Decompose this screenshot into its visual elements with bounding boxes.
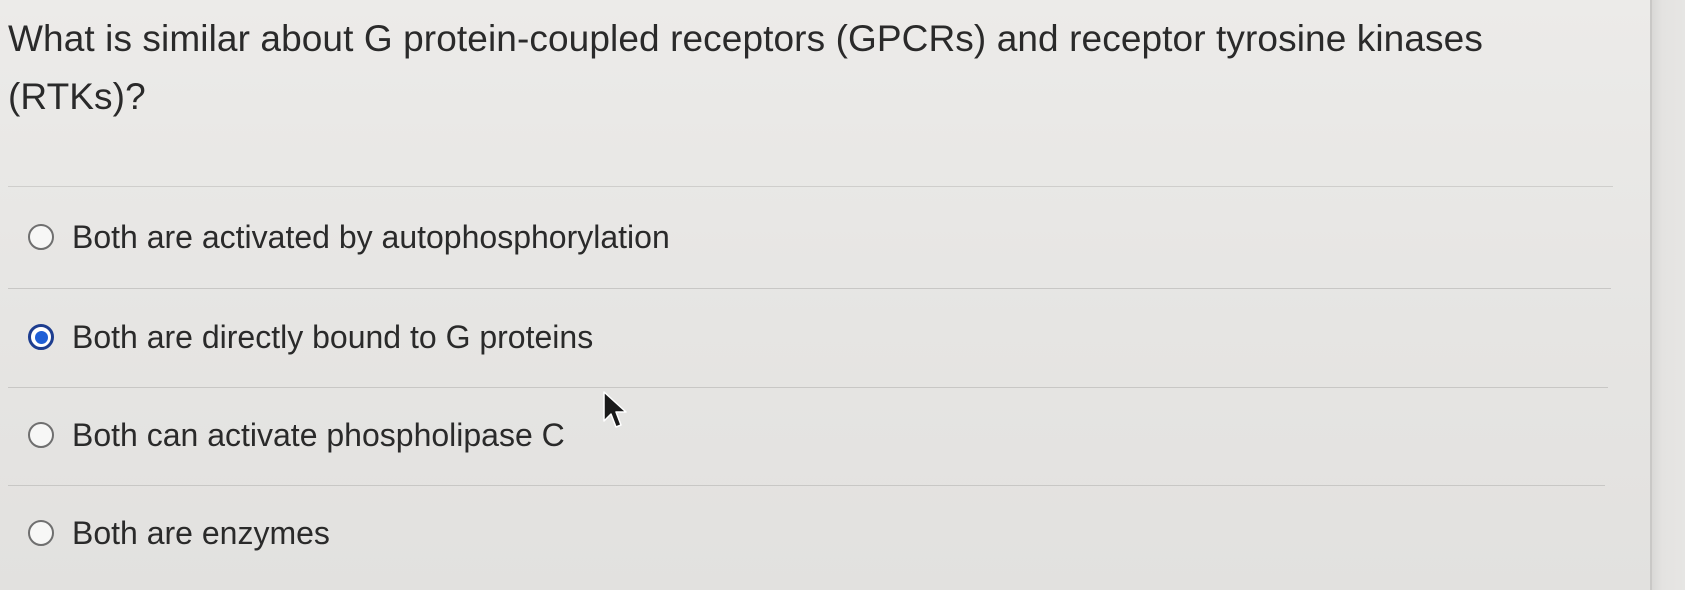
option-divider	[8, 485, 1605, 486]
question-divider	[8, 186, 1613, 187]
option-divider	[8, 387, 1608, 388]
answer-option-2[interactable]: Both are directly bound to G proteins	[28, 307, 593, 367]
answer-option-label: Both can activate phospholipase C	[72, 416, 565, 453]
option-divider	[8, 288, 1611, 289]
quiz-page: What is similar about G protein-coupled …	[0, 0, 1650, 590]
radio-unchecked-icon[interactable]	[28, 422, 54, 448]
answer-option-4[interactable]: Both are enzymes	[28, 503, 330, 563]
answer-option-label: Both are activated by autophosphorylatio…	[72, 218, 670, 255]
page-edge	[1650, 0, 1685, 590]
radio-unchecked-icon[interactable]	[28, 224, 54, 250]
answer-option-label: Both are directly bound to G proteins	[72, 318, 594, 355]
answer-option-1[interactable]: Both are activated by autophosphorylatio…	[28, 207, 670, 267]
answer-option-3[interactable]: Both can activate phospholipase C	[28, 405, 565, 465]
arrow-cursor-icon	[603, 391, 627, 428]
radio-checked-icon[interactable]	[28, 324, 54, 350]
radio-unchecked-icon[interactable]	[28, 520, 54, 546]
answer-option-label: Both are enzymes	[72, 514, 330, 551]
question-text: What is similar about G protein-coupled …	[8, 18, 1483, 117]
